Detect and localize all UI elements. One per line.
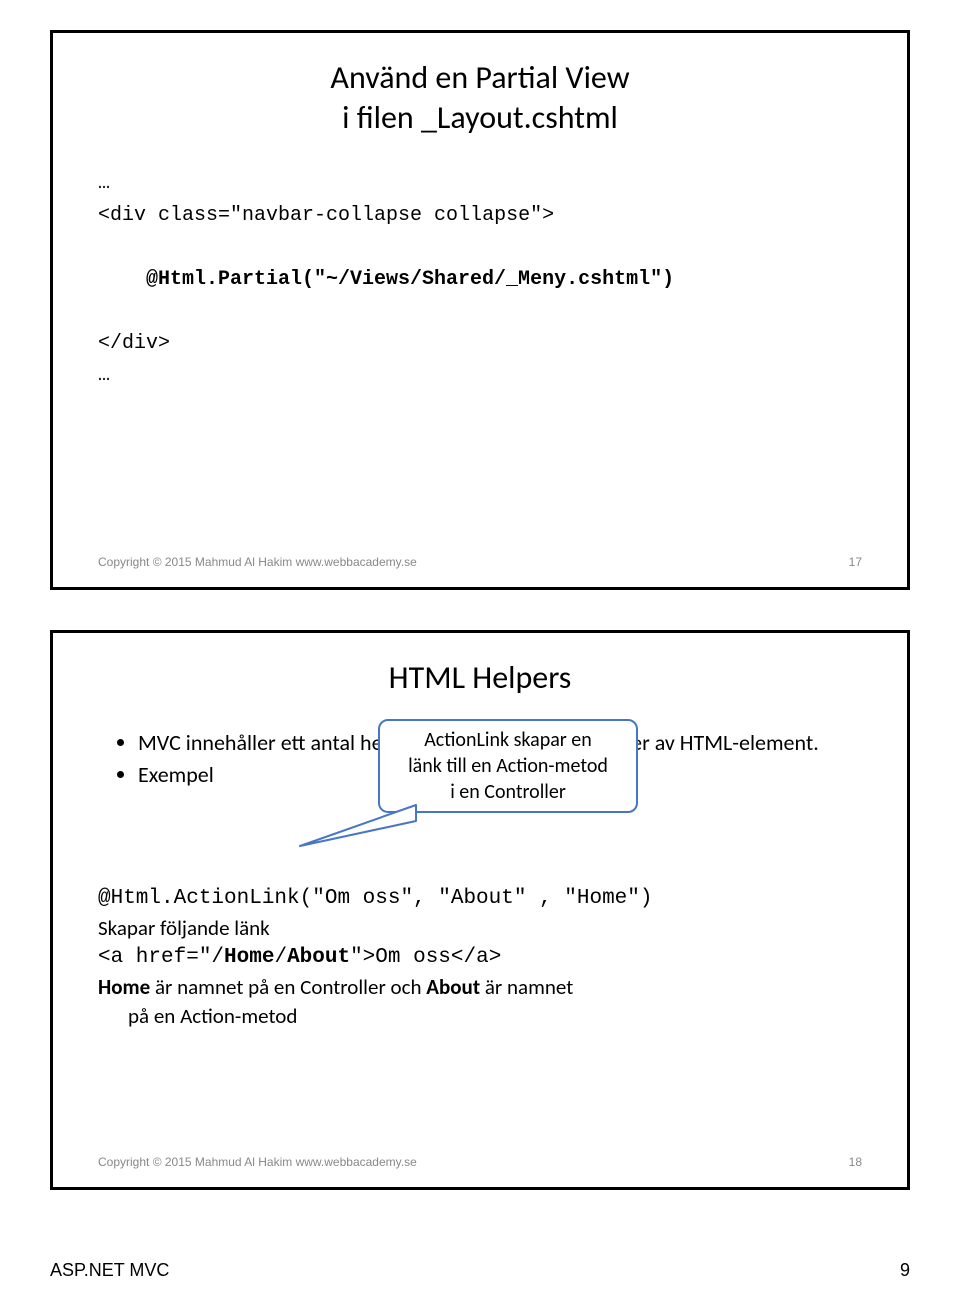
callout-box: ActionLink skapar en länk till en Action… xyxy=(378,719,638,813)
text-frag: är namnet på en Controller och xyxy=(150,974,426,1000)
code-line-bold: @Html.Partial("~/Views/Shared/_Meny.csht… xyxy=(146,268,674,291)
result-code: <a href="/Home/About">Om oss</a> xyxy=(98,943,862,972)
result-text: Home är namnet på en Controller och Abou… xyxy=(98,973,862,1002)
callout-pointer-icon xyxy=(298,803,418,848)
code-line: … xyxy=(98,364,110,387)
text-bold: About xyxy=(426,974,480,1000)
text-frag: är namnet xyxy=(480,974,573,1000)
code-bold: About xyxy=(287,946,350,969)
code-line: @Html.ActionLink("Om oss", "About" , "Ho… xyxy=(98,884,862,913)
copyright-text: Copyright © 2015 Mahmud Al Hakim www.web… xyxy=(98,1155,417,1169)
code-line: </div> xyxy=(98,332,170,355)
slide-number: 17 xyxy=(849,555,862,569)
code-frag: <a href="/ xyxy=(98,946,224,969)
callout-line: länk till en Action-metod xyxy=(408,754,608,778)
callout-line: i en Controller xyxy=(450,780,566,804)
title-line-1: Använd en Partial View xyxy=(330,58,629,97)
slide-number: 18 xyxy=(849,1155,862,1169)
code-frag: / xyxy=(274,946,287,969)
slide-1: Använd en Partial View i filen _Layout.c… xyxy=(50,30,910,590)
slide-title: HTML Helpers xyxy=(98,658,862,698)
handout-footer: ASP.NET MVC 9 xyxy=(0,1250,960,1311)
code-block: … <div class="navbar-collapse collapse">… xyxy=(98,168,862,392)
footer-left: ASP.NET MVC xyxy=(50,1260,169,1281)
result-text: Skapar följande länk xyxy=(98,914,862,943)
handout-page: Använd en Partial View i filen _Layout.c… xyxy=(0,0,960,1250)
copyright-text: Copyright © 2015 Mahmud Al Hakim www.web… xyxy=(98,555,417,569)
text-bold: Home xyxy=(98,974,150,1000)
result-block: @Html.ActionLink("Om oss", "About" , "Ho… xyxy=(98,884,862,1031)
title-line-2: i filen _Layout.cshtml xyxy=(342,98,618,137)
slide-title: Använd en Partial View i filen _Layout.c… xyxy=(98,58,862,138)
code-line: … xyxy=(98,172,110,195)
slide-2: HTML Helpers MVC innehåller ett antal he… xyxy=(50,630,910,1190)
code-frag: ">Om oss</a> xyxy=(350,946,501,969)
callout-line: ActionLink skapar en xyxy=(424,728,592,752)
footer-page-number: 9 xyxy=(900,1260,910,1281)
code-line: <div class="navbar-collapse collapse"> xyxy=(98,204,554,227)
code-bold: Home xyxy=(224,946,274,969)
result-text: på en Action-metod xyxy=(128,1002,862,1031)
